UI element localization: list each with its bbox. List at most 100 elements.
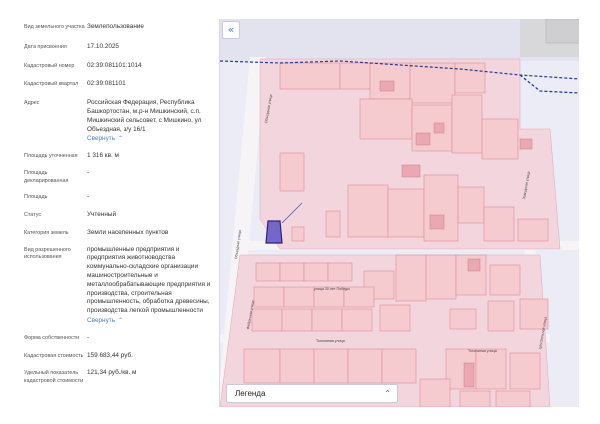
parcel[interactable] xyxy=(419,378,451,407)
building xyxy=(401,164,421,178)
info-row-area-specified: Площадь уточненная 1 316 кв. м xyxy=(24,152,211,161)
collapse-panel-button[interactable]: « xyxy=(222,21,240,39)
chevron-updown-icon: ⌃ xyxy=(384,389,391,398)
info-label: Форма собственности xyxy=(24,334,80,341)
info-value: Учтенный xyxy=(87,210,117,218)
info-row-cadastral-number: Кадастровый номер 02:39:081101:1014 xyxy=(24,62,211,71)
parcel[interactable] xyxy=(243,348,281,384)
parcel[interactable] xyxy=(481,118,519,160)
info-row-ownership: Форма собственности - xyxy=(24,334,211,343)
map-gray-block xyxy=(545,19,579,44)
parcel[interactable] xyxy=(347,348,383,384)
info-label: Кадастровый квартал xyxy=(24,81,79,88)
parcel[interactable] xyxy=(395,254,427,302)
parcel[interactable] xyxy=(311,308,343,332)
info-value: - xyxy=(87,168,90,176)
info-row-address: Адрес Российская Федерация, Республика Б… xyxy=(24,99,211,144)
collapse-link-label: Свернуть xyxy=(87,316,116,324)
info-value: Землепользование xyxy=(87,23,144,30)
info-value: Российская Федерация, Республика Башкорт… xyxy=(87,99,211,144)
parcel[interactable] xyxy=(459,390,491,407)
legend-label: Легенда xyxy=(235,389,266,398)
info-row-kind: Вид земельного участка Землепользование xyxy=(24,23,211,32)
building xyxy=(467,258,481,272)
parcel[interactable] xyxy=(457,186,485,224)
parcel[interactable] xyxy=(359,98,413,140)
parcel[interactable] xyxy=(313,348,349,384)
parcel[interactable] xyxy=(327,262,353,282)
info-label: Площадь декларированная xyxy=(24,169,69,184)
permitted-use-text: промышленные предприятия и предприятия ж… xyxy=(87,245,211,315)
collapse-address-link[interactable]: Свернуть ⌃ xyxy=(87,135,211,144)
parcel[interactable] xyxy=(489,264,521,296)
info-label: Площадь уточненная xyxy=(24,153,78,160)
parcel[interactable] xyxy=(279,62,341,90)
address-text: Российская Федерация, Республика Башкорт… xyxy=(87,99,202,133)
info-value: 159 683,44 руб. xyxy=(87,351,133,359)
info-label: Статус xyxy=(24,211,42,218)
parcel[interactable] xyxy=(379,304,411,332)
parcel[interactable] xyxy=(449,308,477,330)
parcel[interactable] xyxy=(454,62,486,94)
parcel[interactable] xyxy=(387,188,425,238)
map-canvas[interactable] xyxy=(220,19,579,407)
parcel[interactable] xyxy=(487,300,515,332)
parcel[interactable] xyxy=(339,62,371,90)
parcel[interactable] xyxy=(341,308,373,332)
info-label: Дата присвоения xyxy=(24,43,67,50)
collapse-link-label: Свернуть xyxy=(87,135,116,143)
info-value: 02:39:081101 xyxy=(87,80,126,88)
parcel[interactable] xyxy=(425,254,457,300)
parcel[interactable] xyxy=(279,152,305,192)
street-label: улица 30 лет Победы xyxy=(314,287,350,291)
info-label: Кадастровый номер xyxy=(24,62,75,69)
parcel[interactable] xyxy=(381,348,417,384)
parcel[interactable] xyxy=(279,262,305,282)
parcel[interactable] xyxy=(409,62,456,104)
street-label: Тополиная улица xyxy=(468,349,497,353)
info-row-cadastral-cost: Кадастровая стоимость 159 683,44 руб. xyxy=(24,352,211,361)
info-label: Удельный показатель кадастровой стоимост… xyxy=(24,370,84,384)
parcel[interactable] xyxy=(517,218,549,242)
info-label: Вид земельного участка xyxy=(24,24,85,30)
info-row-unit-cost: Удельный показатель кадастровой стоимост… xyxy=(24,369,211,385)
parcel[interactable] xyxy=(325,210,341,238)
parcel[interactable] xyxy=(255,262,281,282)
building xyxy=(519,138,533,150)
parcel[interactable] xyxy=(291,226,305,242)
building xyxy=(415,132,431,146)
info-value: - xyxy=(87,193,90,201)
parcel[interactable] xyxy=(251,308,283,332)
parcel[interactable] xyxy=(495,390,531,407)
parcel[interactable] xyxy=(253,286,285,308)
info-label: Кадастровая стоимость xyxy=(24,352,84,359)
info-value: промышленные предприятия и предприятия ж… xyxy=(87,246,211,326)
building xyxy=(433,122,445,134)
parcel[interactable] xyxy=(283,286,315,308)
parcel[interactable] xyxy=(483,206,515,242)
info-label: Категория земель xyxy=(24,229,69,236)
parcel[interactable] xyxy=(303,262,329,282)
parcel[interactable] xyxy=(281,308,313,332)
parcel[interactable] xyxy=(451,94,483,154)
info-row-area: Площадь - xyxy=(24,193,211,202)
collapse-permitted-use-link[interactable]: Свернуть ⌃ xyxy=(87,317,211,326)
info-label: Вид разрешенного использования xyxy=(24,246,71,261)
info-row-area-declared: Площадь декларированная - xyxy=(24,169,211,185)
info-label: Площадь xyxy=(24,194,48,201)
double-chevron-left-icon: « xyxy=(227,23,235,36)
chevron-up-icon: ⌃ xyxy=(118,136,124,143)
parcel[interactable] xyxy=(475,348,507,390)
selected-parcel[interactable] xyxy=(265,220,283,244)
parcel[interactable] xyxy=(279,348,315,384)
parcel[interactable] xyxy=(423,174,459,242)
info-row-permitted-use: Вид разрешенного использования промышлен… xyxy=(24,246,211,326)
info-row-cadastral-quarter: Кадастровый квартал 02:39:081101 xyxy=(24,80,211,89)
parcel[interactable] xyxy=(509,352,541,390)
cadastral-map[interactable]: Объездная улица Объездная улица Фабрична… xyxy=(219,19,579,407)
info-value: 121,34 руб./кв. м xyxy=(87,369,137,377)
parcel[interactable] xyxy=(347,184,389,238)
building xyxy=(429,214,445,230)
info-value: - xyxy=(87,333,90,341)
legend-dropdown[interactable]: Легенда ⌃ xyxy=(226,384,398,403)
